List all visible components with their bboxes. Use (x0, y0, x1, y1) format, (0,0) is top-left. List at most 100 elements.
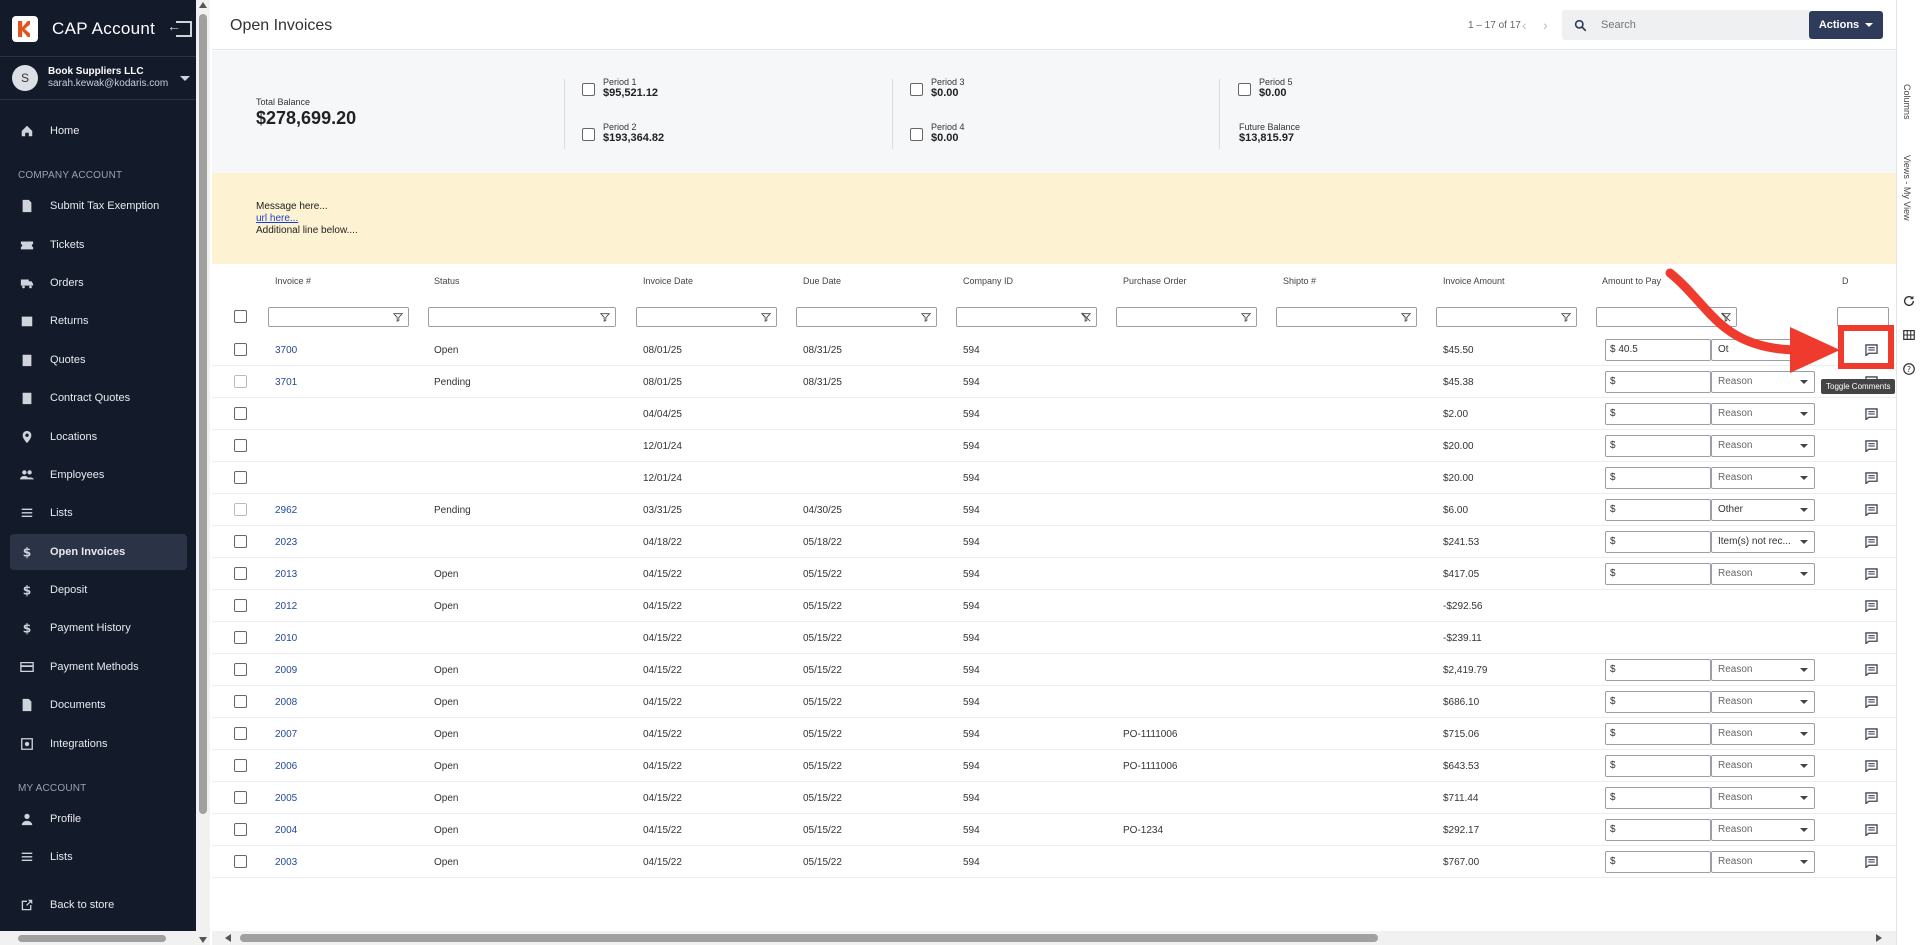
sidebar-item-contract-quotes[interactable]: Contract Quotes (10, 380, 187, 416)
table-row[interactable]: 2962 Pending 03/31/25 04/30/25 594 $6.00 $ Othe… (212, 494, 1896, 526)
actions-button[interactable]: Actions (1809, 11, 1883, 39)
filter-icon[interactable] (1401, 312, 1411, 322)
reason-select[interactable]: Other (1711, 499, 1815, 521)
filter-status[interactable] (428, 307, 616, 327)
cell-invoice[interactable]: 2012 (275, 601, 297, 612)
table-row[interactable]: 04/04/25 594 $2.00 $ Reason (212, 398, 1896, 430)
sidebar-item-documents[interactable]: Documents (10, 687, 187, 723)
sidebar-item-returns[interactable]: Returns (10, 303, 187, 339)
amount-to-pay-input[interactable]: $ (1605, 659, 1711, 681)
collapse-sidebar-icon[interactable] (167, 18, 192, 37)
sidebar-item-payment-methods[interactable]: Payment Methods (10, 649, 187, 685)
toggle-comments-icon[interactable] (1865, 567, 1878, 581)
table-row[interactable]: 2006 Open 04/15/22 05/15/22 594 PO-1111006 $64… (212, 750, 1896, 782)
toggle-comments-icon[interactable] (1865, 535, 1878, 549)
scrollbar-thumb[interactable] (199, 14, 207, 814)
row-checkbox[interactable] (234, 407, 247, 420)
filter-d[interactable] (1837, 307, 1889, 327)
row-checkbox[interactable] (234, 503, 247, 516)
period-1[interactable]: Period 1 $95,521.12 (582, 77, 658, 99)
cell-invoice[interactable]: 3701 (275, 377, 297, 388)
period-1-checkbox[interactable] (582, 83, 595, 96)
row-checkbox[interactable] (234, 343, 247, 356)
table-row[interactable]: 2008 Open 04/15/22 05/15/22 594 $686.10 $ Reaso… (212, 686, 1896, 718)
sidebar-item-quotes[interactable]: Quotes (10, 342, 187, 378)
reason-select[interactable]: Reason (1711, 691, 1815, 713)
toggle-comments-icon[interactable] (1865, 471, 1878, 485)
table-row[interactable]: 2003 Open 04/15/22 05/15/22 594 $767.00 $ Reaso… (212, 846, 1896, 878)
filter-amount-to-pay[interactable] (1596, 307, 1737, 327)
select-all-checkbox[interactable] (234, 310, 247, 323)
views-tab[interactable]: Views - My View (1902, 155, 1912, 221)
period-4-checkbox[interactable] (910, 128, 923, 141)
row-checkbox[interactable] (234, 791, 247, 804)
table-row[interactable]: 2007 Open 04/15/22 05/15/22 594 PO-1111006 $71… (212, 718, 1896, 750)
search-input[interactable] (1601, 19, 1801, 31)
cell-invoice[interactable]: 3700 (275, 345, 297, 356)
row-checkbox[interactable] (234, 823, 247, 836)
column-header-invoice-amount[interactable]: Invoice Amount (1443, 276, 1505, 286)
period-5-checkbox[interactable] (1238, 83, 1251, 96)
filter-invoice-number[interactable] (268, 307, 409, 327)
reason-select[interactable]: Reason (1711, 371, 1815, 393)
scroll-right-icon[interactable] (1876, 934, 1882, 942)
pager-prev-icon[interactable]: ‹ (1522, 17, 1527, 33)
reason-select[interactable]: Reason (1711, 435, 1815, 457)
table-row[interactable]: 2004 Open 04/15/22 05/15/22 594 PO-1234 $292.1… (212, 814, 1896, 846)
filter-clear-icon[interactable] (1081, 312, 1091, 322)
table-row[interactable]: 2012 Open 04/15/22 05/15/22 594 -$292.56 (212, 590, 1896, 622)
amount-to-pay-input[interactable]: $ (1605, 755, 1711, 777)
column-header-due-date[interactable]: Due Date (803, 276, 841, 286)
amount-to-pay-input[interactable]: $ (1605, 563, 1711, 585)
scrollbar-thumb[interactable] (240, 934, 1378, 942)
table-row[interactable]: 12/01/24 594 $20.00 $ Reason (212, 462, 1896, 494)
column-header-invoice-number[interactable]: Invoice # (275, 276, 311, 286)
period-2[interactable]: Period 2 $193,364.82 (582, 122, 664, 144)
refresh-icon[interactable] (1902, 294, 1916, 308)
reason-select[interactable]: Reason (1711, 819, 1815, 841)
cell-invoice[interactable]: 2010 (275, 633, 297, 644)
cell-invoice[interactable]: 2013 (275, 569, 297, 580)
sidebar-item-tickets[interactable]: Tickets (10, 227, 187, 263)
account-switcher[interactable]: S Book Suppliers LLC sarah.kewak@kodaris… (0, 56, 196, 100)
column-header-status[interactable]: Status (434, 276, 460, 286)
table-row[interactable]: 2010 04/15/22 05/15/22 594 -$239.11 (212, 622, 1896, 654)
filter-company-id[interactable] (956, 307, 1097, 327)
reason-select[interactable]: Reason (1711, 659, 1815, 681)
toggle-comments-icon[interactable] (1865, 439, 1878, 453)
banner-link[interactable]: url here... (256, 213, 298, 224)
row-checkbox[interactable] (234, 663, 247, 676)
filter-purchase-order[interactable] (1116, 307, 1257, 327)
amount-to-pay-input[interactable]: $ (1605, 499, 1711, 521)
cell-invoice[interactable]: 2009 (275, 665, 297, 676)
column-header-d[interactable]: D (1842, 276, 1849, 286)
sidebar-item-payment-history[interactable]: $ Payment History (10, 610, 187, 646)
amount-to-pay-input[interactable]: $ (1605, 691, 1711, 713)
reason-select[interactable]: Reason (1711, 851, 1815, 873)
cell-invoice[interactable]: 2962 (275, 505, 297, 516)
toggle-comments-icon[interactable] (1865, 695, 1878, 709)
filter-invoice-amount[interactable] (1436, 307, 1577, 327)
amount-to-pay-input[interactable]: $ (1605, 435, 1711, 457)
row-checkbox[interactable] (234, 727, 247, 740)
sidebar-item-orders[interactable]: Orders (10, 265, 187, 301)
sidebar-item-deposit[interactable]: $ Deposit (10, 572, 187, 608)
column-header-shipto[interactable]: Shipto # (1283, 276, 1316, 286)
toggle-comments-icon[interactable] (1865, 727, 1878, 741)
row-checkbox[interactable] (234, 855, 247, 868)
amount-to-pay-input[interactable]: $ (1605, 531, 1711, 553)
horizontal-scrollbar[interactable] (212, 931, 1896, 945)
amount-to-pay-input[interactable]: $ (1605, 371, 1711, 393)
table-row[interactable]: 3700 Open 08/01/25 08/31/25 594 $45.50 $ 40.5 O… (212, 334, 1896, 366)
sidebar-scrollbar[interactable] (196, 0, 210, 945)
cell-invoice[interactable]: 2005 (275, 793, 297, 804)
column-header-amount-to-pay[interactable]: Amount to Pay (1602, 276, 1661, 286)
reason-select[interactable]: Item(s) not rec... (1711, 531, 1815, 553)
column-header-company-id[interactable]: Company ID (963, 276, 1013, 286)
filter-icon[interactable] (921, 312, 931, 322)
row-checkbox[interactable] (234, 695, 247, 708)
amount-to-pay-input[interactable]: $ (1605, 467, 1711, 489)
sidebar-item-home[interactable]: Home (10, 113, 187, 149)
toggle-comments-icon[interactable] (1865, 407, 1878, 421)
row-checkbox[interactable] (234, 567, 247, 580)
